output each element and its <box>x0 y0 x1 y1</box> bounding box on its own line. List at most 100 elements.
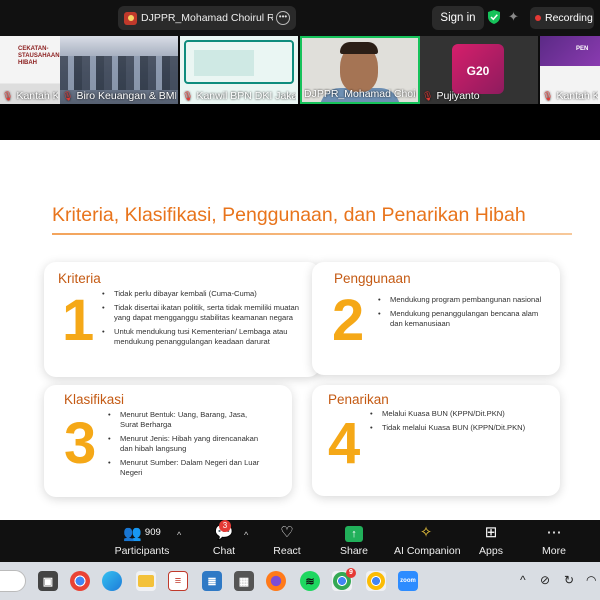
participant-tile[interactable]: 🎙Kanwil BPN DKI Jakart... <box>180 36 298 104</box>
spotify-icon[interactable]: ≋ <box>300 571 320 591</box>
apps-button[interactable]: ⊞ Apps <box>474 524 508 557</box>
participants-icon: 👥 <box>123 525 142 542</box>
chrome-profile-icon[interactable] <box>366 571 386 591</box>
card-number: 1 <box>62 288 95 353</box>
list-item: Tidak disertai ikatan politik, serta tid… <box>100 303 314 323</box>
wifi-icon[interactable]: ◠ <box>586 573 596 587</box>
list-item: Menurut Sumber: Dalam Negeri dan Luar Ne… <box>106 458 262 478</box>
card-list: Tidak perlu dibayar kembali (Cuma-Cuma) … <box>100 289 314 351</box>
participant-name: Kanwil BPN DKI Jakart... <box>196 90 296 102</box>
presentation-slide: Kriteria, Klasifikasi, Penggunaan, dan P… <box>0 140 600 524</box>
participant-name: Biro Keuangan & BMN <box>76 90 176 102</box>
list-item: Melalui Kuasa BUN (KPPN/Dit.PKN) <box>368 409 554 419</box>
participants-button[interactable]: 👥 909 Participants <box>112 524 172 557</box>
calculator-icon[interactable]: ▦ <box>234 571 254 591</box>
meeting-topbar: DJPPR_Mohamad Choirul Rijal M ••• Sign i… <box>0 0 600 36</box>
participant-tile[interactable]: PEN 🎙Kantah Ko... <box>540 36 600 104</box>
chrome-profile-icon[interactable]: 9 <box>332 568 356 591</box>
list-item: Menurut Bentuk: Uang, Barang, Jasa, Sura… <box>106 410 262 430</box>
firefox-icon[interactable] <box>266 571 286 591</box>
slide-thumbnail-content <box>194 50 254 76</box>
react-label: React <box>273 545 301 557</box>
participant-gallery-strip: CEKATAN- STAUSAHAAN HIBAH 🎙Kantah Kab.Pa… <box>0 36 600 104</box>
participant-tile[interactable]: G20 🎙 Pujiyanto <box>420 36 538 104</box>
active-speaker-name: DJPPR_Mohamad Choirul Rijal M <box>141 12 273 24</box>
chrome-icon[interactable] <box>70 571 90 591</box>
participant-tile-active-speaker[interactable]: DJPPR_Mohamad Choirul... <box>300 36 420 104</box>
card-kriteria: Kriteria 1 Tidak perlu dibayar kembali (… <box>44 262 320 377</box>
more-dots-icon: ⋯ <box>546 524 562 541</box>
file-explorer-icon[interactable] <box>136 571 156 591</box>
card-number: 4 <box>328 411 361 476</box>
recording-indicator[interactable]: Recording <box>530 7 594 29</box>
card-number: 3 <box>64 411 97 476</box>
participant-name: Kantah Kab.Pa... <box>16 90 58 102</box>
participant-name: Pujiyanto <box>436 90 480 102</box>
participants-options-chevron-icon[interactable]: ^ <box>177 530 181 540</box>
list-item: Mendukung penanggulangan bencana alam da… <box>376 309 550 329</box>
card-number: 2 <box>332 288 365 353</box>
share-screen-button[interactable]: ↑ Share <box>334 524 374 557</box>
more-button[interactable]: ⋯ More <box>538 524 570 557</box>
card-heading: Penggunaan <box>334 271 411 286</box>
active-speaker-pill[interactable]: DJPPR_Mohamad Choirul Rijal M ••• <box>118 6 296 30</box>
sign-in-button[interactable]: Sign in <box>432 6 484 30</box>
card-list: Melalui Kuasa BUN (KPPN/Dit.PKN) Tidak m… <box>368 409 554 437</box>
list-item: Tidak perlu dibayar kembali (Cuma-Cuma) <box>100 289 314 299</box>
speaker-avatar-icon <box>124 11 137 25</box>
tile-slide-text: PEN <box>576 46 589 52</box>
chat-button[interactable]: 💬 3 Chat <box>205 520 243 557</box>
meeting-controls-toolbar: 👥 909 Participants ^ 💬 3 Chat ^ ♡ React ↑ … <box>0 520 600 562</box>
muted-mic-icon: 🎙 <box>422 90 434 101</box>
slide-title: Kriteria, Klasifikasi, Penggunaan, dan P… <box>52 204 526 226</box>
participant-tile[interactable]: 🎙 Biro Keuangan & BMN <box>60 36 178 104</box>
tray-chevron-up-icon[interactable]: ^ <box>520 573 526 587</box>
apps-icon: ⊞ <box>484 524 498 541</box>
chat-options-chevron-icon[interactable]: ^ <box>244 530 248 540</box>
more-options-icon[interactable]: ••• <box>276 11 290 25</box>
participant-tile[interactable]: CEKATAN- STAUSAHAAN HIBAH 🎙Kantah Kab.Pa… <box>0 36 60 104</box>
card-penarikan: Penarikan 4 Melalui Kuasa BUN (KPPN/Dit.… <box>312 385 560 496</box>
card-list: Mendukung program pembangunan nasional M… <box>376 295 550 333</box>
ai-companion-sparkle-icon: ✧ <box>419 524 433 541</box>
list-item: Mendukung program pembangunan nasional <box>376 295 550 305</box>
participant-name: Kantah Ko... <box>556 90 598 102</box>
encryption-shield-icon[interactable] <box>488 10 500 24</box>
refresh-sync-icon[interactable]: ↻ <box>564 573 574 587</box>
list-item: Menurut Jenis: Hibah yang direncanakan d… <box>106 434 262 454</box>
document-app-icon[interactable]: ≡ <box>168 571 188 591</box>
edge-icon[interactable] <box>102 571 122 591</box>
chrome-notification-badge: 9 <box>346 568 356 578</box>
share-label: Share <box>339 545 369 557</box>
ai-companion-label: AI Companion <box>394 545 461 557</box>
ai-sparkle-icon[interactable]: ✦ <box>508 10 522 24</box>
list-item: Untuk mendukung tusi Kementerian/ Lembag… <box>100 327 314 347</box>
apps-label: Apps <box>479 545 503 557</box>
heart-icon: ♡ <box>280 524 294 541</box>
card-klasifikasi: Klasifikasi 3 Menurut Bentuk: Uang, Bara… <box>44 385 292 497</box>
share-screen-icon: ↑ <box>345 526 363 542</box>
title-underline <box>52 233 572 235</box>
card-penggunaan: Penggunaan 2 Mendukung program pembangun… <box>312 262 560 375</box>
react-button[interactable]: ♡ React <box>268 524 306 557</box>
notepad-icon[interactable]: ≣ <box>202 571 222 591</box>
zoom-icon[interactable]: zoom <box>398 571 418 591</box>
shared-screen-area: Kriteria, Klasifikasi, Penggunaan, dan P… <box>0 104 600 524</box>
more-label: More <box>542 545 566 557</box>
tile-slide-text: CEKATAN- STAUSAHAAN HIBAH <box>18 46 60 66</box>
g20-logo: G20 <box>452 44 504 94</box>
card-list: Menurut Bentuk: Uang, Barang, Jasa, Sura… <box>106 410 262 482</box>
recording-dot-icon <box>535 15 541 21</box>
network-off-icon[interactable]: ⊘ <box>540 573 550 587</box>
participant-count: 909 <box>144 527 161 538</box>
task-view-icon[interactable]: ▣ <box>38 571 58 591</box>
card-heading: Penarikan <box>328 392 389 407</box>
os-taskbar: ▣ ≡ ≣ ▦ ≋ 9 zoom ^ ⊘ ↻ ◠ <box>0 562 600 600</box>
muted-mic-icon: 🎙 <box>62 90 74 101</box>
room-video-feed <box>60 56 178 90</box>
muted-mic-icon: 🎙 <box>2 90 14 101</box>
participants-label: Participants <box>114 545 170 557</box>
taskbar-search-input[interactable] <box>0 570 26 592</box>
speaker-video-hair <box>340 42 378 54</box>
ai-companion-button[interactable]: ✧ AI Companion <box>394 524 461 557</box>
